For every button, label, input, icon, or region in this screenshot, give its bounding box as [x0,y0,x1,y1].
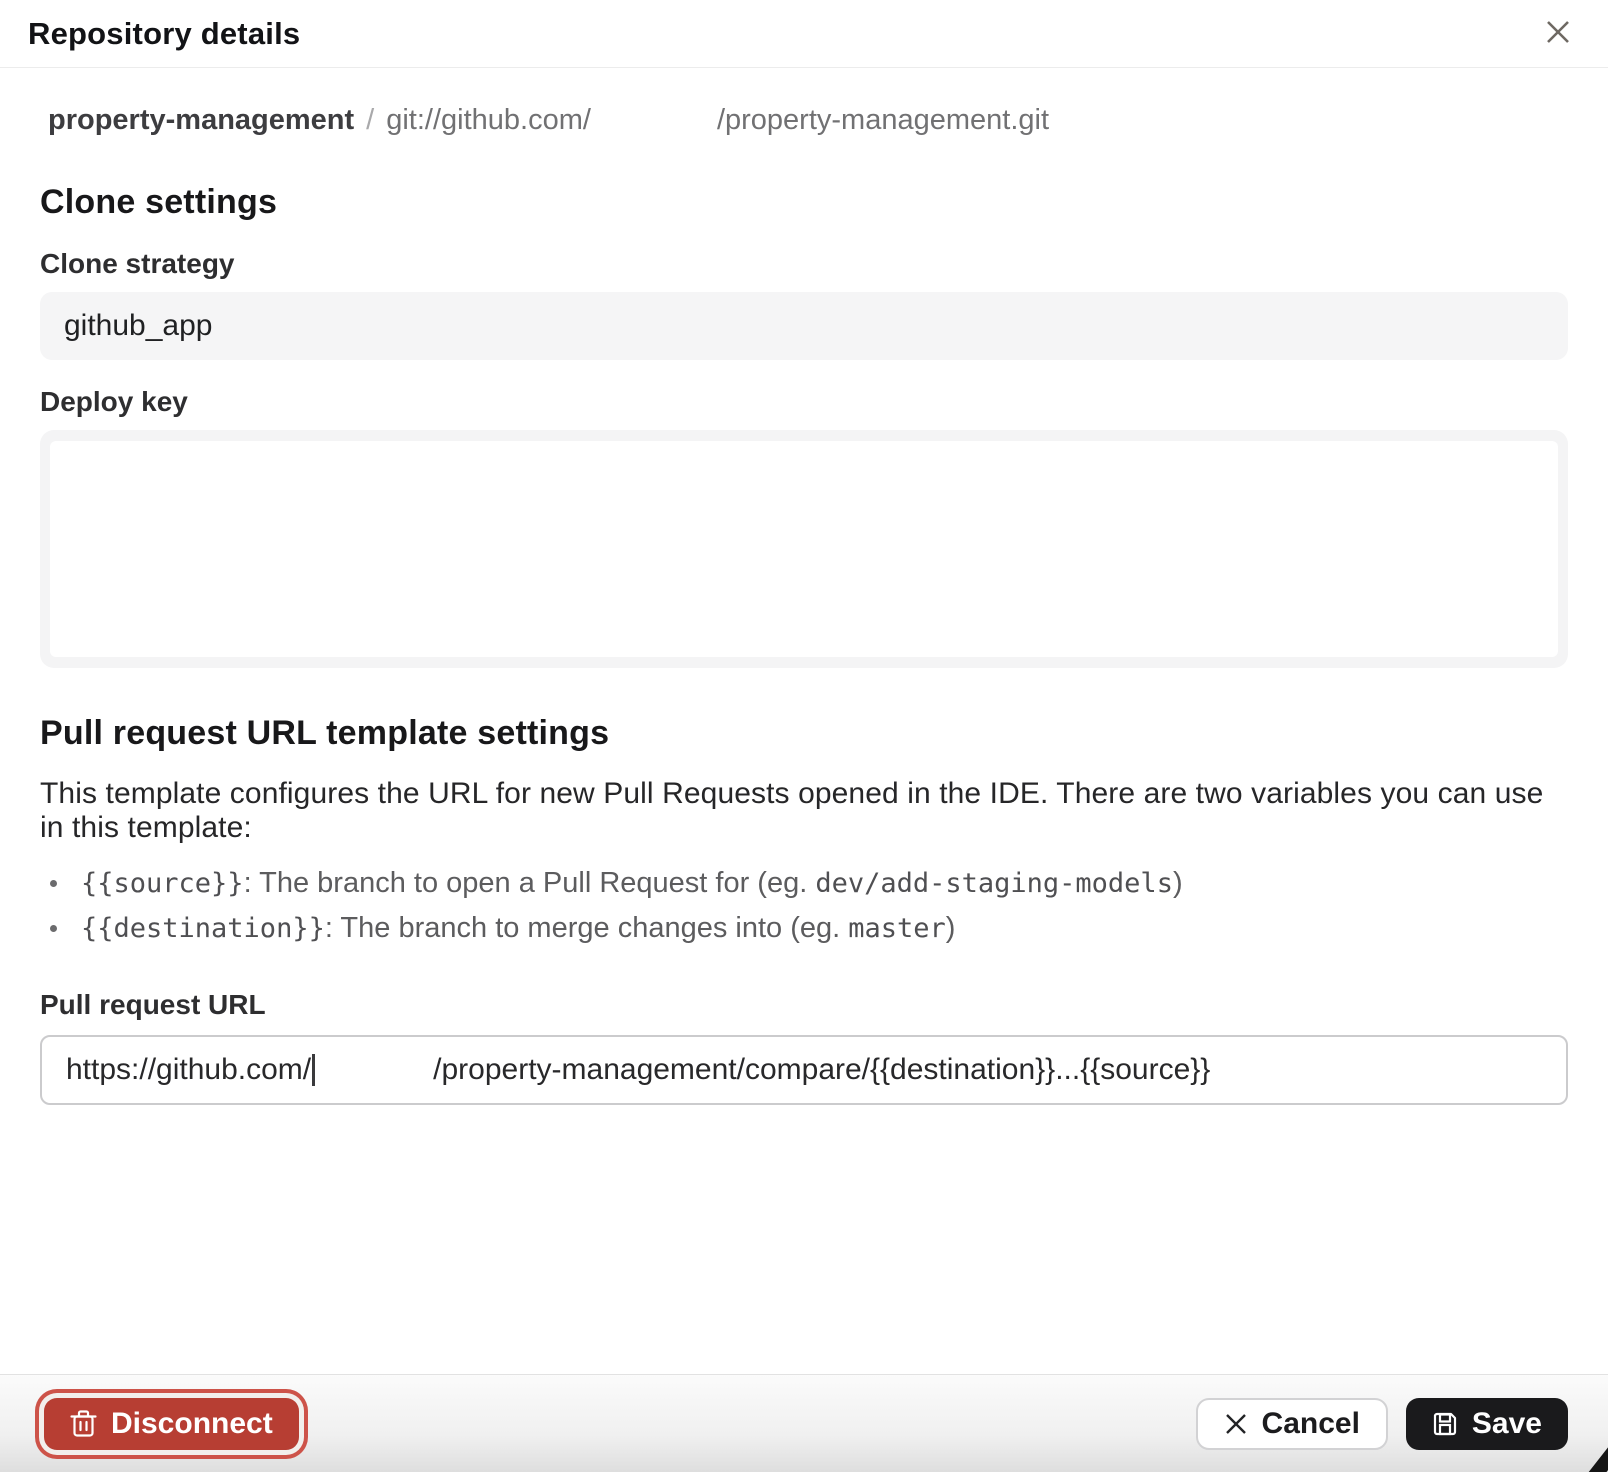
disconnect-button[interactable]: Disconnect [44,1398,299,1450]
list-item: {{source}}: The branch to open a Pull Re… [40,861,1568,906]
url-value-suffix: /property-management/compare/{{destinati… [433,1053,1210,1087]
pull-request-url-input[interactable]: https://github.com/ /property-management… [40,1035,1568,1105]
pull-request-url-label: Pull request URL [40,989,1568,1021]
deploy-key-label: Deploy key [40,386,1568,418]
cancel-button-label: Cancel [1262,1407,1360,1441]
clone-strategy-field: github_app [40,292,1568,360]
variable-closing: ) [1173,867,1183,899]
variable-description: : The branch to merge changes into (eg. [325,912,848,944]
breadcrumb-remote-url-prefix: git://github.com/ [386,104,591,137]
close-icon [1543,17,1573,50]
breadcrumb-separator: / [366,104,374,137]
list-item: {{destination}}: The branch to merge cha… [40,906,1568,951]
floppy-disk-icon [1432,1411,1458,1437]
x-icon [1224,1412,1248,1436]
clone-strategy-value: github_app [64,309,212,343]
save-button-label: Save [1472,1407,1542,1441]
mouse-cursor-artifact [1585,1435,1608,1472]
url-value-prefix: https://github.com/ [66,1053,311,1087]
variable-example: master [848,913,946,944]
variable-example: dev/add-staging-models [815,868,1173,899]
breadcrumb-repo-name: property-management [48,104,354,137]
pr-template-variable-list: {{source}}: The branch to open a Pull Re… [40,861,1568,951]
modal-body: property-management / git://github.com/ … [0,104,1608,1105]
breadcrumb: property-management / git://github.com/ … [40,104,1568,137]
cancel-button[interactable]: Cancel [1196,1398,1388,1450]
variable-code: {{destination}} [81,913,325,944]
breadcrumb-remote-url-suffix: /property-management.git [717,104,1049,137]
deploy-key-textarea[interactable] [50,441,1558,657]
pr-template-description: This template configures the URL for new… [40,777,1568,845]
modal-title: Repository details [28,16,300,52]
variable-description: : The branch to open a Pull Request for … [244,867,816,899]
pr-template-heading: Pull request URL template settings [40,714,1568,753]
repository-details-modal: Repository details property-management /… [0,0,1608,1472]
variable-code: {{source}} [81,868,244,899]
deploy-key-frame [40,430,1568,668]
bullet-icon [50,925,57,932]
redacted-org-name [591,128,717,129]
disconnect-button-label: Disconnect [111,1407,273,1441]
variable-closing: ) [946,912,956,944]
redacted-org-name [315,1070,433,1071]
modal-header: Repository details [0,0,1608,68]
modal-footer: Disconnect Cancel Save [0,1374,1608,1472]
save-button[interactable]: Save [1406,1398,1568,1450]
bullet-icon [50,880,57,887]
trash-icon [70,1409,97,1438]
clone-strategy-label: Clone strategy [40,248,1568,280]
close-button[interactable] [1536,12,1580,56]
clone-settings-heading: Clone settings [40,183,1568,222]
